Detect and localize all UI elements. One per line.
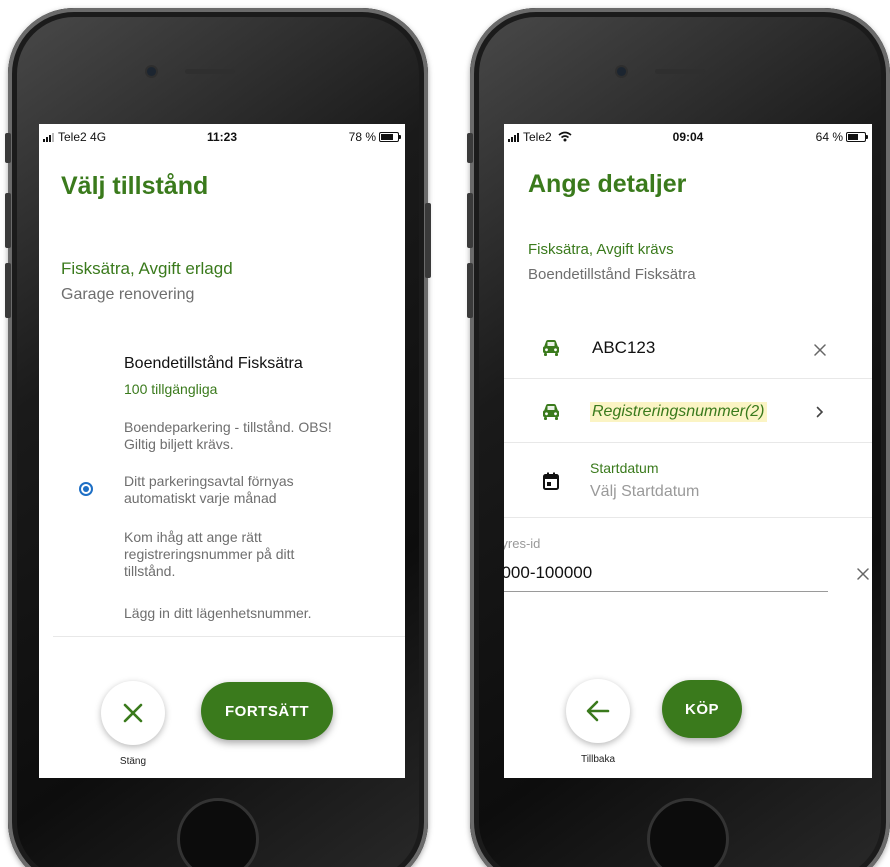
back-button[interactable] xyxy=(566,679,630,743)
vehicle-row-1[interactable]: ABC123 xyxy=(504,314,872,372)
radio-dot xyxy=(83,486,89,492)
permit-reminder: Kom ihåg att ange rätt registreringsnumm… xyxy=(124,529,295,579)
earpiece-speaker xyxy=(185,69,235,74)
divider xyxy=(53,636,405,637)
status-bar: Tele2 4G 11:23 78 % xyxy=(39,124,405,148)
permit-apartment-note: Lägg in ditt lägenhetsnummer. xyxy=(124,605,312,621)
mute-switch xyxy=(5,133,11,163)
start-date-placeholder: Välj Startdatum xyxy=(590,483,700,500)
start-date-label: Startdatum xyxy=(590,460,659,476)
earpiece-speaker xyxy=(655,69,705,74)
divider xyxy=(504,517,872,518)
clear-icon[interactable] xyxy=(857,568,869,580)
volume-down-button xyxy=(467,263,473,318)
home-button xyxy=(647,798,729,867)
mute-switch xyxy=(467,133,473,163)
divider xyxy=(504,378,872,379)
car-icon xyxy=(543,404,559,420)
location-heading: Fisksätra, Avgift krävs xyxy=(528,241,674,258)
car-icon xyxy=(543,340,559,356)
screen-select-permit: Tele2 4G 11:23 78 % Välj tillstånd Fisks… xyxy=(39,124,405,778)
permit-radio[interactable] xyxy=(79,482,93,496)
close-label: Stäng xyxy=(119,756,147,767)
battery-status: 64 % xyxy=(816,130,868,144)
vehicle-row-2[interactable]: Registreringsnummer(2) xyxy=(504,386,872,438)
front-camera xyxy=(147,67,156,76)
location-heading: Fisksätra, Avgift erlagd xyxy=(61,259,233,278)
start-date-row[interactable]: Startdatum Välj Startdatum xyxy=(504,450,872,510)
vehicle-plate-1: ABC123 xyxy=(592,338,656,357)
tenant-id-value: 1000-100000 xyxy=(504,563,593,582)
permit-option[interactable]: Boendetillstånd Fisksätra 100 tillgängli… xyxy=(39,349,405,629)
status-bar: Tele2 09:04 64 % xyxy=(504,124,872,148)
tenant-id-input[interactable]: 1000-100000 xyxy=(504,556,828,592)
permit-description: Boendeparkering - tillstånd. OBS! Giltig… xyxy=(124,419,332,452)
close-button[interactable] xyxy=(101,681,165,745)
phone-right: Tele2 09:04 64 % Ange detaljer Fisksätra… xyxy=(467,8,890,867)
buy-button[interactable]: KÖP xyxy=(662,680,742,738)
location-subtitle: Garage renovering xyxy=(61,286,195,303)
arrow-left-icon xyxy=(586,700,610,722)
volume-down-button xyxy=(5,263,11,318)
permit-availability: 100 tillgängliga xyxy=(124,381,218,397)
continue-button[interactable]: FORTSÄTT xyxy=(201,682,333,740)
battery-status: 78 % xyxy=(349,130,401,144)
screen-enter-details: Tele2 09:04 64 % Ange detaljer Fisksätra… xyxy=(504,124,872,778)
calendar-icon xyxy=(543,472,559,490)
close-icon xyxy=(123,703,143,723)
battery-icon xyxy=(379,132,401,142)
battery-icon xyxy=(846,132,868,142)
phone-left: Tele2 4G 11:23 78 % Välj tillstånd Fisks… xyxy=(5,8,431,867)
permit-renewal-note: Ditt parkeringsavtal förnyas automatiskt… xyxy=(124,473,294,506)
chevron-right-icon xyxy=(816,406,824,418)
permit-subtitle: Boendetillstånd Fisksätra xyxy=(528,266,696,283)
divider xyxy=(504,442,872,443)
volume-up-button xyxy=(5,193,11,248)
back-label: Tillbaka xyxy=(580,754,616,765)
page-title: Välj tillstånd xyxy=(61,172,209,200)
power-button xyxy=(425,203,431,278)
home-button xyxy=(177,798,259,867)
permit-name: Boendetillstånd Fisksätra xyxy=(124,355,303,372)
page-title: Ange detaljer xyxy=(528,170,687,198)
clear-icon[interactable] xyxy=(814,344,826,356)
volume-up-button xyxy=(467,193,473,248)
vehicle-plate-2-placeholder: Registreringsnummer(2) xyxy=(590,402,767,422)
front-camera xyxy=(617,67,626,76)
tenant-id-label: Hyres-id xyxy=(504,536,541,551)
